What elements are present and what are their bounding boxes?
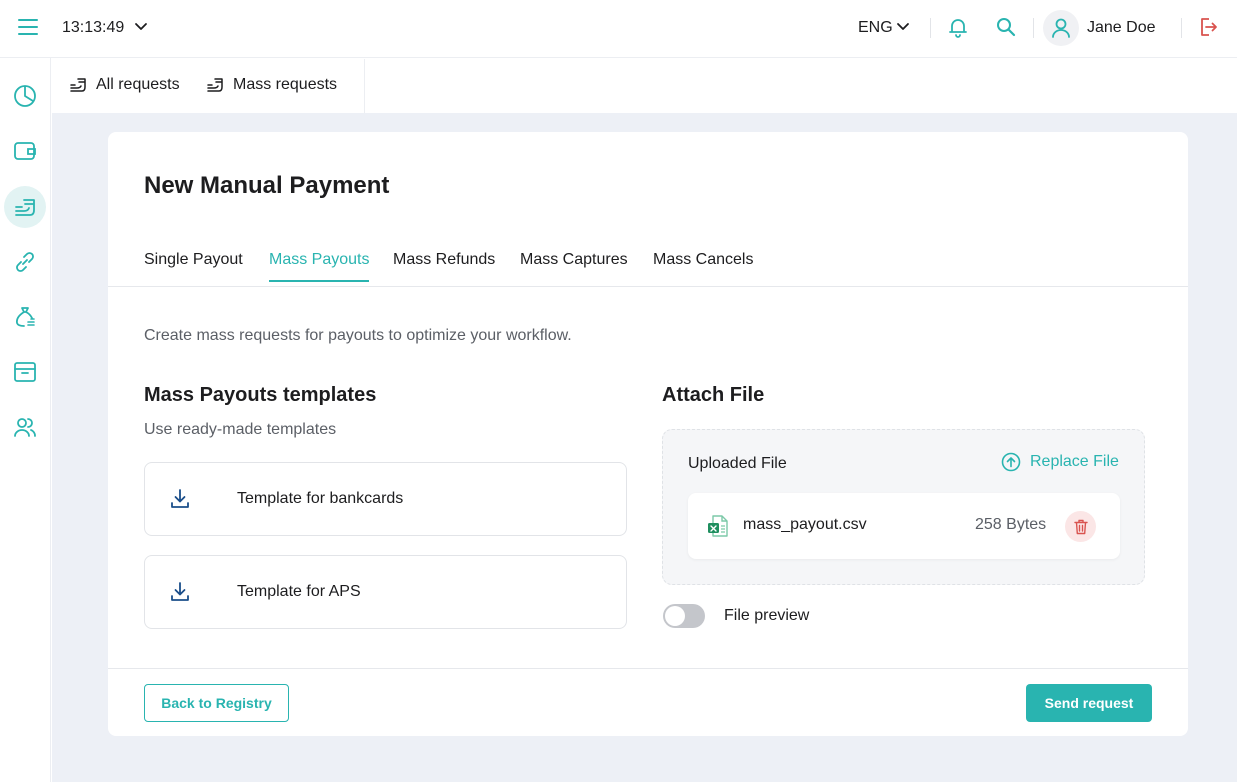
template-label: Template for APS [237,583,361,600]
templates-subheading: Use ready-made templates [144,421,337,438]
sidebar-item-payments[interactable] [4,186,46,228]
divider [1033,18,1034,38]
sidebar [0,58,51,782]
attach-heading: Attach File [662,384,765,406]
file-name: mass_payout.csv [743,516,867,533]
sidebar-item-dashboard[interactable] [4,75,46,117]
download-icon [171,489,189,508]
file-preview-toggle[interactable] [663,604,705,628]
file-preview-label: File preview [724,607,810,624]
menu-icon[interactable] [18,19,38,35]
trash-icon [1073,519,1088,534]
payments-icon [15,199,35,216]
back-to-registry-button[interactable]: Back to Registry [144,684,289,722]
subnav-all-requests[interactable]: All requests [70,76,180,94]
toggle-knob [665,606,685,626]
payments-icon [207,78,223,92]
language-selector[interactable]: ENG [858,19,893,37]
clock-time: 13:13:49 [62,19,125,36]
sidebar-item-links[interactable] [4,241,46,283]
uploaded-file-card: mass_payout.csv 258 Bytes [688,493,1120,559]
sidebar-item-wallet[interactable] [4,130,46,172]
uploaded-file-label: Uploaded File [688,455,787,472]
avatar[interactable] [1043,10,1079,46]
template-bankcards[interactable]: Template for bankcards [144,462,627,536]
sidebar-item-users[interactable] [4,406,46,448]
footer-divider [108,668,1188,669]
template-aps[interactable]: Template for APS [144,555,627,629]
payments-icon [70,78,86,92]
chevron-down-icon[interactable] [895,17,911,37]
payment-card: New Manual Payment Single Payout Mass Pa… [108,132,1188,736]
pie-chart-icon [14,85,36,107]
subnav-mass-requests[interactable]: Mass requests [207,76,337,94]
upload-circle-icon [1001,452,1021,472]
templates-heading: Mass Payouts templates [144,384,377,406]
subnav-label: Mass requests [233,76,338,93]
wallet-icon [14,142,36,160]
users-icon [14,418,36,437]
send-request-button[interactable]: Send request [1026,684,1152,722]
template-label: Template for bankcards [237,490,404,507]
chevron-down-icon[interactable] [133,17,149,37]
logout-icon[interactable] [1197,15,1219,39]
top-bar: 13:13:49 ENG Jane Doe [0,0,1237,58]
user-name[interactable]: Jane Doe [1087,19,1156,37]
page-title: New Manual Payment [144,172,390,199]
sidebar-item-archive[interactable] [4,351,46,393]
tab-single-payout[interactable]: Single Payout [144,251,243,280]
tab-mass-payouts[interactable]: Mass Payouts [269,251,370,282]
download-icon [171,582,189,601]
tab-mass-refunds[interactable]: Mass Refunds [393,251,495,280]
tab-mass-captures[interactable]: Mass Captures [520,251,628,280]
delete-file-button[interactable] [1065,511,1096,542]
page-description: Create mass requests for payouts to opti… [144,327,572,344]
tab-mass-cancels[interactable]: Mass Cancels [653,251,753,280]
attach-dropzone[interactable]: Uploaded File Replace File mass_payout.c… [662,429,1145,585]
search-icon[interactable] [994,15,1018,39]
replace-file-label: Replace File [1030,453,1119,470]
subnav-group: All requests Mass requests [52,59,365,113]
sub-navigation: All requests Mass requests [52,59,1237,113]
spreadsheet-file-icon [708,515,728,537]
tab-bar: Single Payout Mass Payouts Mass Refunds … [108,242,1188,287]
user-icon [1052,18,1070,38]
archive-icon [14,362,36,382]
divider [930,18,931,38]
subnav-label: All requests [96,76,180,93]
file-size: 258 Bytes [975,516,1047,533]
replace-file-button[interactable]: Replace File [1001,452,1119,472]
money-bag-icon [15,307,35,327]
link-icon [16,252,34,272]
sidebar-item-money-bag[interactable] [4,296,46,338]
divider [1181,18,1182,38]
bell-icon[interactable] [946,15,970,39]
